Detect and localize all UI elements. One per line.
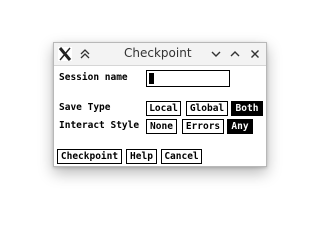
save-type-global-button[interactable]: Global: [186, 101, 228, 116]
title-bar: Checkpoint: [54, 43, 266, 66]
save-type-both-button[interactable]: Both: [231, 101, 263, 116]
checkpoint-window: Checkpoint Session name Save Type Local …: [53, 42, 267, 167]
checkpoint-button[interactable]: Checkpoint: [57, 149, 122, 164]
help-button[interactable]: Help: [126, 149, 157, 164]
close-icon[interactable]: [247, 46, 263, 62]
save-type-label: Save Type: [59, 102, 111, 113]
double-chevron-up-icon[interactable]: [77, 46, 93, 62]
interact-style-errors-button[interactable]: Errors: [182, 119, 224, 134]
x11-app-icon[interactable]: [57, 46, 73, 62]
session-name-input[interactable]: [146, 70, 230, 87]
chevron-down-icon[interactable]: [208, 46, 224, 62]
cancel-button[interactable]: Cancel: [161, 149, 202, 164]
chevron-up-icon[interactable]: [227, 46, 243, 62]
interact-style-none-button[interactable]: None: [146, 119, 177, 134]
save-type-local-button[interactable]: Local: [146, 101, 181, 116]
interact-style-label: Interact Style: [59, 120, 140, 131]
session-name-label: Session name: [59, 72, 128, 83]
window-title: Checkpoint: [124, 46, 192, 60]
text-cursor: [149, 73, 154, 84]
interact-style-any-button[interactable]: Any: [227, 119, 253, 134]
